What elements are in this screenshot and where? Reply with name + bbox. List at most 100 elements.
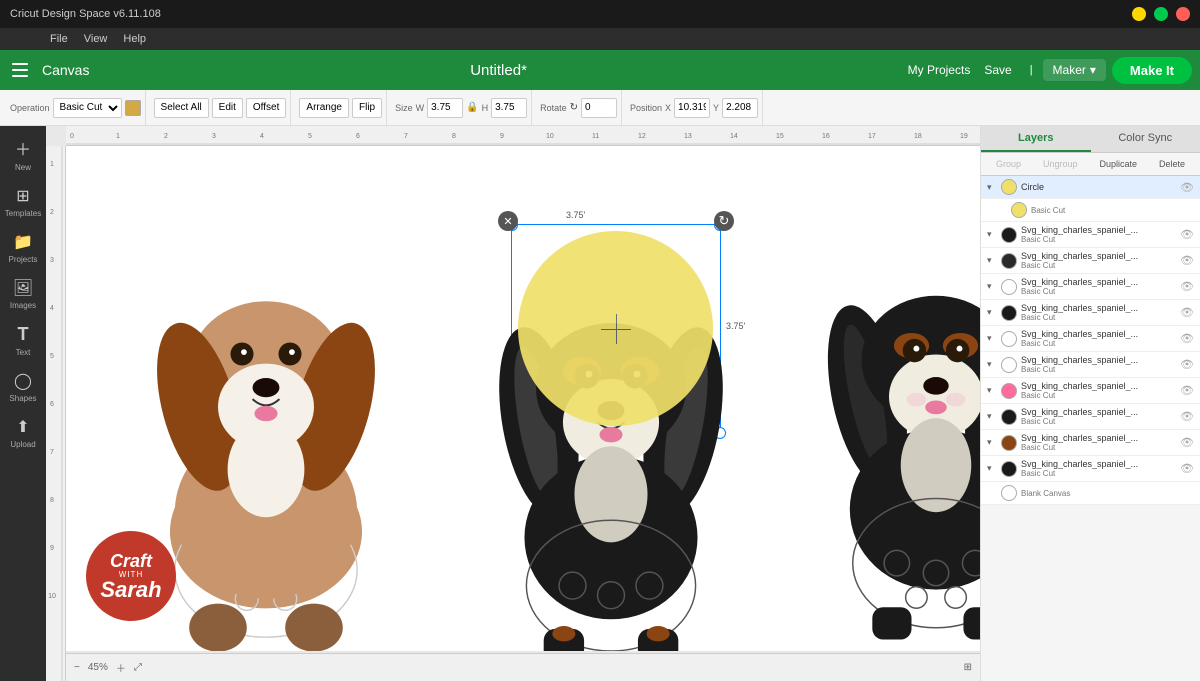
duplicate-button[interactable]: Duplicate [1095,157,1141,171]
close-button[interactable]: ✕ [1176,7,1190,21]
sidebar-item-upload[interactable]: ⬆ Upload [3,411,43,455]
delete-button[interactable]: Delete [1155,157,1189,171]
flip-button[interactable]: Flip [352,98,382,118]
sidebar-item-templates[interactable]: ⊞ Templates [3,180,43,224]
yellow-circle[interactable] [518,231,713,426]
shapes-icon: ◯ [14,371,32,391]
menu-view[interactable]: View [84,33,108,45]
arrange-button[interactable]: Arrange [299,98,349,118]
center-crosshair [601,314,631,344]
eye-7[interactable]: 👁 [1180,384,1194,397]
svg-text:7: 7 [404,133,408,140]
layer-svg-5[interactable]: ▾ Svg_king_charles_spaniel_... Basic Cut… [981,326,1200,352]
make-it-button[interactable]: Make It [1112,57,1192,84]
layer-svg-6[interactable]: ▾ Svg_king_charles_spaniel_... Basic Cut… [981,352,1200,378]
layer-svg-8[interactable]: ▾ Svg_king_charles_spaniel_... Basic Cut… [981,404,1200,430]
eye-4[interactable]: 👁 [1180,306,1194,319]
layer-svg-2[interactable]: ▾ Svg_king_charles_spaniel_... Basic Cut… [981,248,1200,274]
canvas-area[interactable]: 0 1 2 3 4 5 6 7 8 9 10 11 12 13 14 15 16… [46,126,980,681]
position-group: Position X Y [626,90,763,125]
svg-text:2: 2 [164,133,168,140]
operation-color-swatch[interactable] [125,100,141,116]
operation-select[interactable]: Basic Cut [53,98,122,118]
eye-2[interactable]: 👁 [1180,254,1194,267]
layer-eye-circle[interactable]: 👁 [1180,181,1194,194]
layer-swatch-blank [1001,485,1017,501]
menu-file[interactable]: File [50,33,68,45]
sidebar-item-text[interactable]: T Text [3,318,43,363]
group-button[interactable]: Group [992,157,1025,171]
layer-swatch-5 [1001,331,1017,347]
eye-5[interactable]: 👁 [1180,332,1194,345]
width-input[interactable] [427,98,463,118]
sidebar-upload-label: Upload [10,440,35,449]
eye-1[interactable]: 👁 [1180,228,1194,241]
main-toolbar: Canvas Untitled* My Projects Save | Make… [0,50,1200,90]
eye-10[interactable]: 👁 [1180,462,1194,475]
maximize-button[interactable]: □ [1154,7,1168,21]
sidebar-text-label: Text [16,348,31,357]
tab-layers[interactable]: Layers [981,126,1091,152]
select-all-button[interactable]: Select All [154,98,209,118]
save-button[interactable]: Save [984,63,1011,77]
left-sidebar: ＋ New ⊞ Templates 📁 Projects 🖼 Images T … [0,126,46,681]
sidebar-shapes-label: Shapes [9,394,36,403]
height-input[interactable] [491,98,527,118]
svg-text:15: 15 [776,133,784,140]
svg-text:4: 4 [50,305,54,312]
maker-button[interactable]: Maker ▾ [1043,59,1106,81]
svg-text:5: 5 [50,353,54,360]
pos-y-input[interactable] [722,98,758,118]
fit-button[interactable]: ⤢ [134,662,142,673]
layer-svg-9[interactable]: ▾ Svg_king_charles_spaniel_... Basic Cut… [981,430,1200,456]
sidebar-new-label: New [15,163,31,172]
layer-svg-7[interactable]: ▾ Svg_king_charles_spaniel_... Basic Cut… [981,378,1200,404]
eye-9[interactable]: 👁 [1180,436,1194,449]
layers-list: ▾ Circle 👁 Basic Cut ▾ Svg_king_charles_… [981,176,1200,681]
grid-toggle[interactable]: ⊞ [964,662,972,673]
layer-circle-group[interactable]: ▾ Circle 👁 [981,176,1200,199]
title-bar: Cricut Design Space v6.11.108 — □ ✕ [0,0,1200,28]
templates-icon: ⊞ [16,186,29,206]
height-label: H [482,103,489,113]
layer-circle-item[interactable]: Basic Cut [981,199,1200,222]
eye-8[interactable]: 👁 [1180,410,1194,423]
eye-3[interactable]: 👁 [1180,280,1194,293]
canvas-surface[interactable]: ✕ ↻ 3.75' 3.75' [66,146,980,651]
minimize-button[interactable]: — [1132,7,1146,21]
select-all-group: Select All Edit Offset [150,90,292,125]
rotate-input[interactable] [581,98,617,118]
svg-text:3: 3 [212,133,216,140]
layer-svg-4[interactable]: ▾ Svg_king_charles_spaniel_... Basic Cut… [981,300,1200,326]
sidebar-item-images[interactable]: 🖼 Images [3,272,43,316]
offset-button[interactable]: Offset [246,98,287,118]
layer-svg-1[interactable]: ▾ Svg_king_charles_spaniel_... Basic Cut… [981,222,1200,248]
ungroup-button[interactable]: Ungroup [1039,157,1082,171]
sidebar-item-shapes[interactable]: ◯ Shapes [3,365,43,409]
layer-swatch-8 [1001,409,1017,425]
app-title: Untitled* [95,62,901,79]
hamburger-menu[interactable] [8,58,32,82]
eye-6[interactable]: 👁 [1180,358,1194,371]
rotate-icon: ↻ [570,102,578,113]
edit-button[interactable]: Edit [212,98,243,118]
sidebar-item-projects[interactable]: 📁 Projects [3,226,43,270]
svg-text:1: 1 [116,133,120,140]
tab-color-sync[interactable]: Color Sync [1091,126,1200,152]
canvas-content[interactable]: ✕ ↻ 3.75' 3.75' [66,146,980,651]
menu-help[interactable]: Help [123,33,146,45]
pos-x-input[interactable] [674,98,710,118]
my-projects-button[interactable]: My Projects [908,63,971,77]
layer-svg-3[interactable]: ▾ Svg_king_charles_spaniel_... Basic Cut… [981,274,1200,300]
layer-swatch-circle [1001,179,1017,195]
rotate-group: Rotate ↻ [536,90,622,125]
lock-icon: 🔒 [466,102,478,113]
images-icon: 🖼 [13,278,33,298]
size-group: Size W 🔒 H [391,90,532,125]
zoom-in-button[interactable]: ＋ [116,660,126,675]
zoom-out-button[interactable]: − [74,662,80,673]
layer-blank-canvas[interactable]: Blank Canvas [981,482,1200,505]
layer-svg-10[interactable]: ▾ Svg_king_charles_spaniel_... Basic Cut… [981,456,1200,482]
sidebar-item-new[interactable]: ＋ New [3,130,43,178]
svg-text:2: 2 [50,209,54,216]
